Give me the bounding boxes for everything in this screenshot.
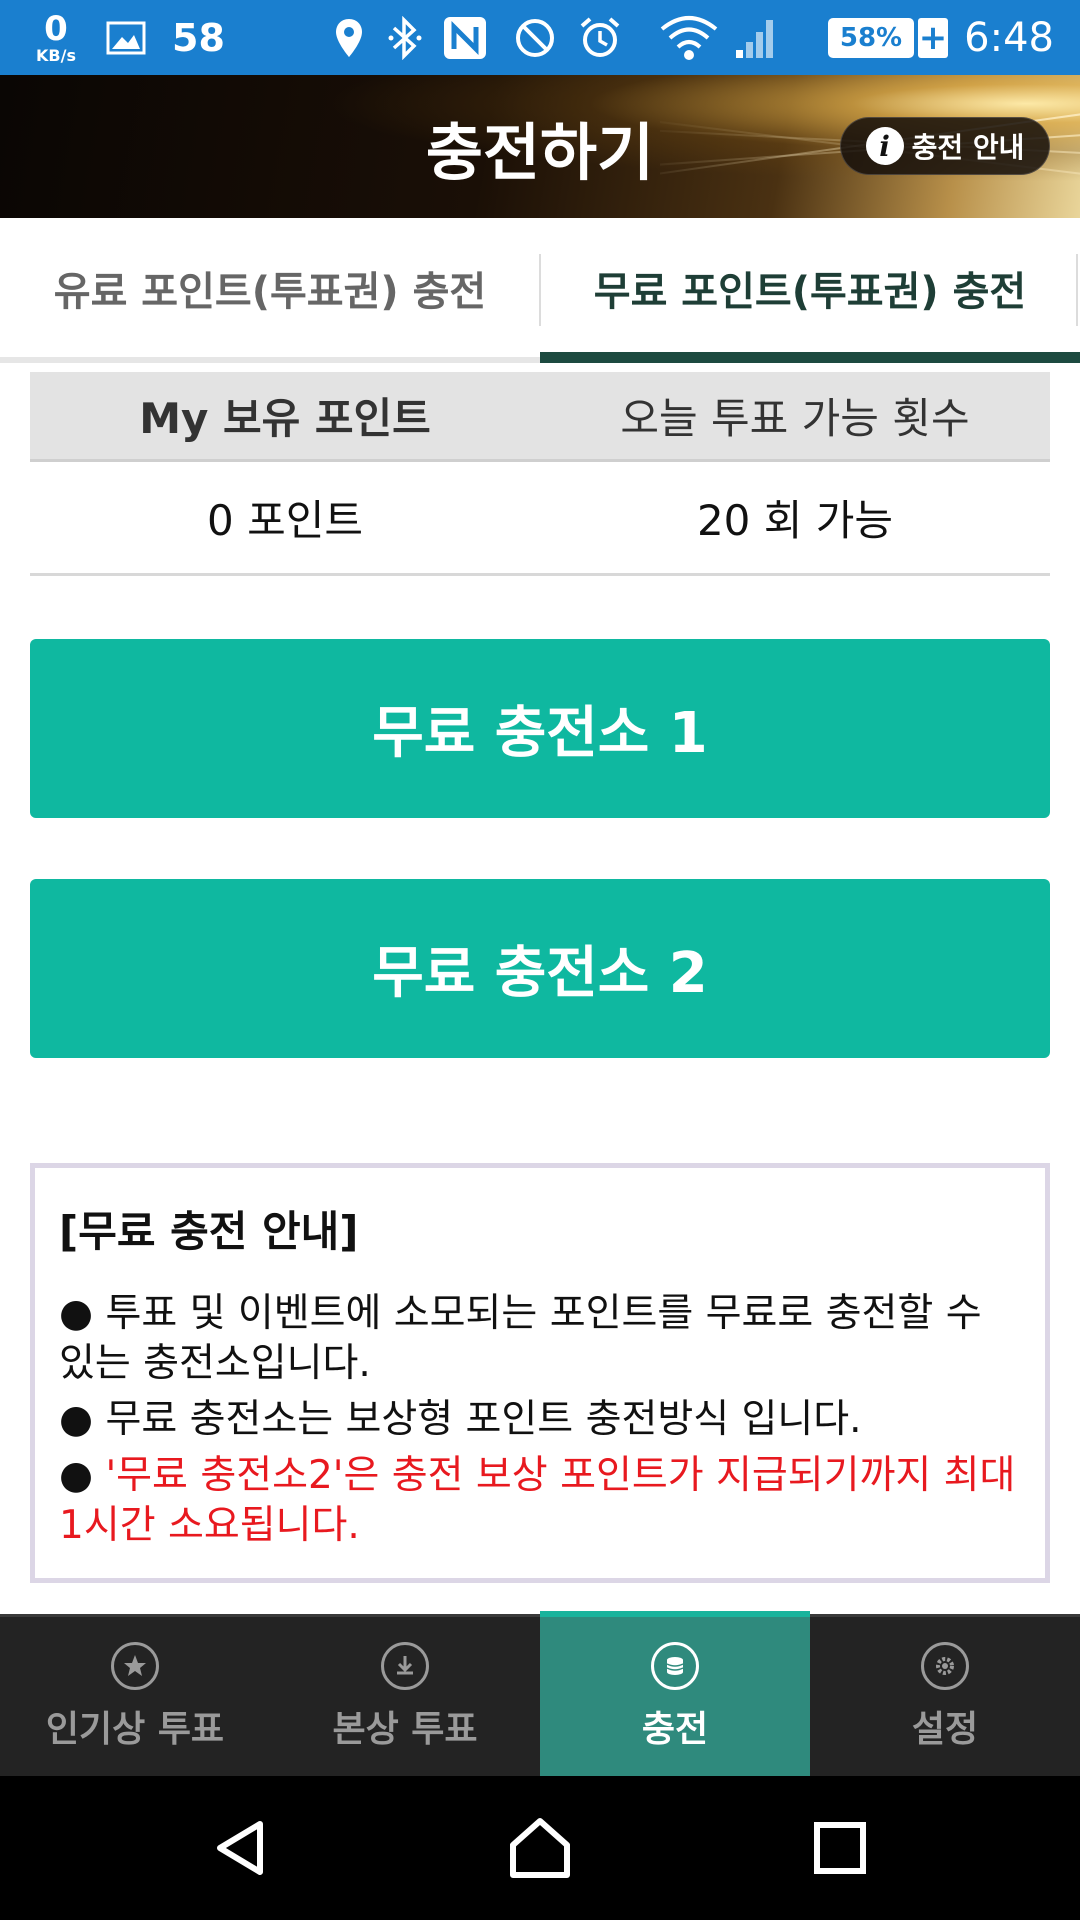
battery-percent: 58% (828, 18, 914, 58)
bullet-icon: ● (59, 1397, 94, 1442)
free-charge-info-box: [무료 충전 안내] ● 투표 및 이벤트에 소모되는 포인트를 무료로 충전할… (30, 1163, 1050, 1583)
nav-label: 충전 (641, 1708, 709, 1750)
recents-icon[interactable] (800, 1776, 880, 1920)
net-speed-unit: KB/s (36, 45, 76, 65)
notification-count: 58 (172, 15, 225, 60)
points-table-header: My 보유 포인트 오늘 투표 가능 횟수 (30, 372, 1050, 462)
back-icon[interactable] (200, 1776, 280, 1920)
blocked-icon (514, 0, 556, 75)
info-line: ● 무료 충전소는 보상형 포인트 충전방식 입니다. (59, 1395, 1021, 1445)
tab-free-points[interactable]: 무료 포인트(투표권) 충전 (540, 218, 1080, 363)
star-icon (111, 1641, 159, 1690)
votes-available-header: 오늘 투표 가능 횟수 (620, 394, 970, 443)
my-points-value: 0 포인트 (207, 496, 363, 545)
nav-item-settings[interactable]: 설정 (810, 1617, 1080, 1776)
info-line: ● 투표 및 이벤트에 소모되는 포인트를 무료로 충전할 수 있는 충전소입니… (59, 1289, 1021, 1389)
points-summary-table: My 보유 포인트 오늘 투표 가능 횟수 0 포인트 20 회 가능 (30, 372, 1050, 576)
info-line-text: 투표 및 이벤트에 소모되는 포인트를 무료로 충전할 수 있는 충전소입니다. (59, 1291, 982, 1386)
free-station-2-button[interactable]: 무료 충전소 2 (30, 879, 1050, 1058)
net-speed-value: 0 (44, 8, 68, 49)
bullet-icon: ● (59, 1291, 94, 1336)
bullet-icon: ● (59, 1453, 94, 1498)
clock: 6:48 (964, 14, 1054, 61)
coin-stack-icon (651, 1641, 699, 1690)
download-icon (381, 1641, 429, 1690)
charge-tabs: 유료 포인트(투표권) 충전 무료 포인트(투표권) 충전 (0, 218, 1080, 363)
nav-label: 설정 (911, 1708, 979, 1750)
nav-item-popular-vote[interactable]: 인기상 투표 (0, 1617, 270, 1776)
points-table-row: 0 포인트 20 회 가능 (30, 462, 1050, 576)
image-icon (106, 0, 146, 75)
info-title: [무료 충전 안내] (59, 1207, 359, 1256)
votes-available-value: 20 회 가능 (696, 496, 894, 545)
my-points-header: My 보유 포인트 (139, 394, 431, 443)
nfc-icon (442, 0, 488, 75)
location-icon (334, 0, 364, 75)
bluetooth-icon (388, 0, 422, 75)
info-line-warning: ● '무료 충전소2'은 충전 보상 포인트가 지급되기까지 최대 1시간 소요… (59, 1451, 1021, 1551)
net-speed: 0 KB/s (36, 0, 76, 75)
nav-label: 본상 투표 (332, 1708, 478, 1750)
info-icon: i (865, 127, 904, 165)
tab-paid-points[interactable]: 유료 포인트(투표권) 충전 (0, 218, 540, 357)
bottom-navigation: 인기상 투표 본상 투표 충전 설정 (0, 1611, 1080, 1776)
charge-guide-label: 충전 안내 (911, 131, 1025, 164)
alarm-icon (578, 0, 622, 75)
system-navigation-bar (0, 1776, 1080, 1920)
home-icon[interactable] (500, 1776, 580, 1920)
status-bar: 0 KB/s 58 58% + 6:48 (0, 0, 1080, 75)
info-line-text: 무료 충전소는 보상형 포인트 충전방식 입니다. (105, 1397, 862, 1442)
battery-icon: 58% + (828, 18, 948, 58)
nav-item-charge[interactable]: 충전 (540, 1611, 810, 1776)
info-line-text: '무료 충전소2'은 충전 보상 포인트가 지급되기까지 최대 1시간 소요됩니… (59, 1453, 1016, 1548)
app-screen: 0 KB/s 58 58% + 6:48 충전하기 i 충전 안내 유료 포인트… (0, 0, 1080, 1920)
nav-item-main-vote[interactable]: 본상 투표 (270, 1617, 540, 1776)
gear-icon (921, 1641, 969, 1690)
wifi-icon (660, 0, 718, 75)
free-station-1-button[interactable]: 무료 충전소 1 (30, 639, 1050, 818)
charge-guide-button[interactable]: i 충전 안내 (840, 117, 1050, 175)
nav-label: 인기상 투표 (45, 1708, 225, 1750)
charging-plus-icon: + (918, 18, 948, 58)
tab-divider (1076, 254, 1078, 326)
signal-icon (734, 0, 780, 75)
